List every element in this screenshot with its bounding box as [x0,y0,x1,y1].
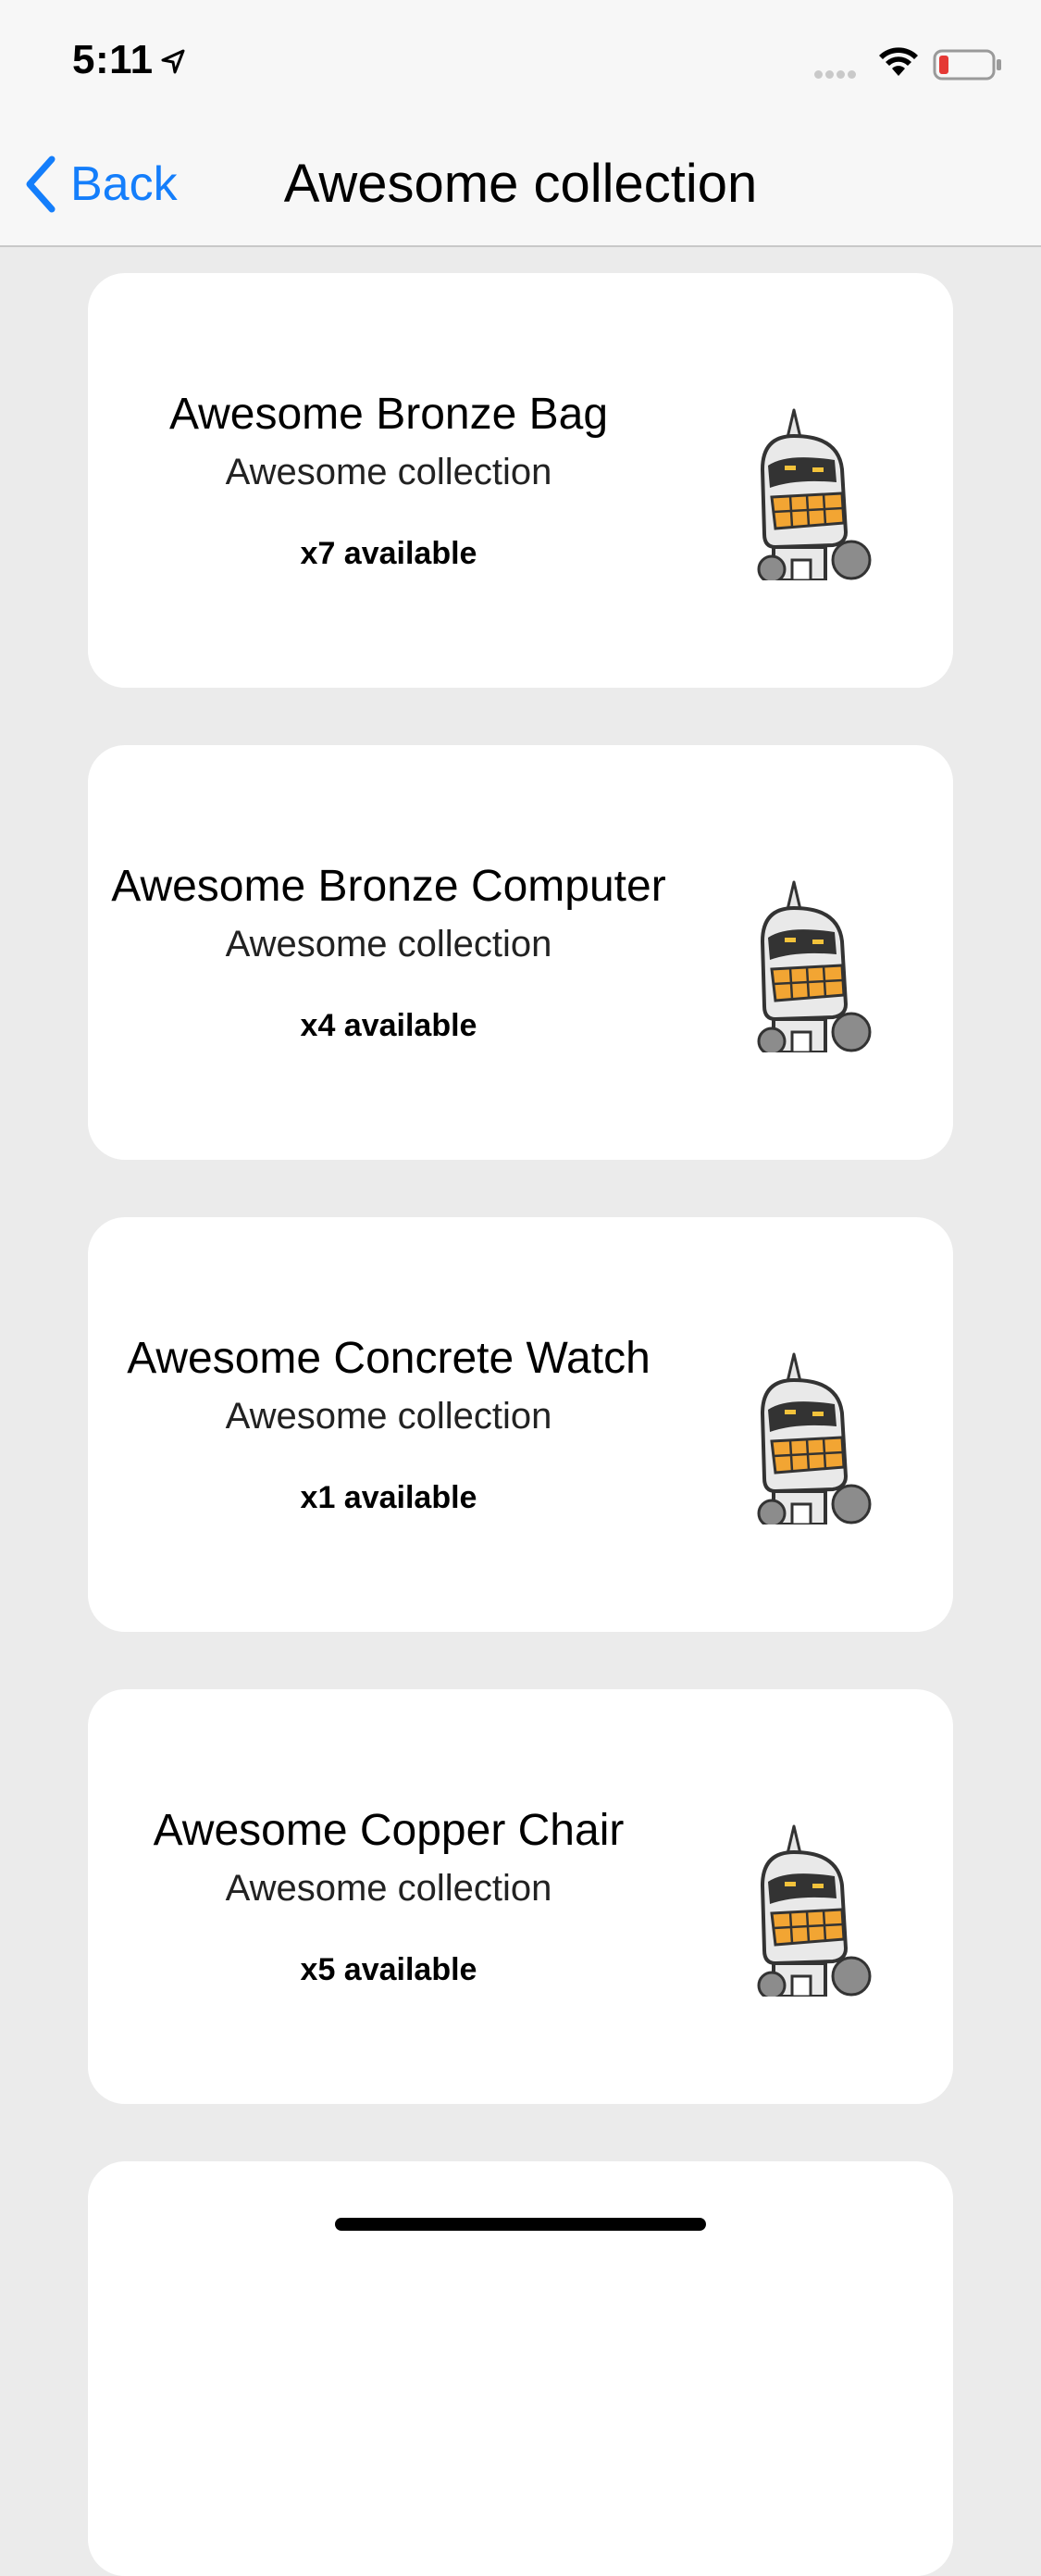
list-item[interactable]: Awesome Copper Chair Awesome collection … [88,1689,953,2104]
item-availability: x1 available [300,1480,477,1515]
signal-dots-icon [814,67,859,83]
item-availability: x4 available [300,1008,477,1043]
page-title: Awesome collection [283,154,758,214]
robot-icon [757,1824,872,1997]
status-bar: 5:11 [0,0,1041,120]
item-availability: x5 available [300,1952,477,1987]
list-item[interactable]: Awesome Concrete Watch Awesome collectio… [88,1217,953,1632]
item-collection: Awesome collection [225,452,552,492]
item-title: Awesome Bronze Computer [111,862,666,911]
item-availability: x7 available [300,536,477,571]
battery-low-icon [933,49,1001,81]
wifi-icon [879,47,918,76]
location-arrow-icon [161,49,185,74]
list-item[interactable]: Awesome Bronze Bag Awesome collection x7… [88,273,953,688]
robot-icon [757,880,872,1052]
item-collection: Awesome collection [225,1396,552,1437]
robot-icon [757,1352,872,1524]
home-indicator[interactable] [335,2218,706,2231]
item-title: Awesome Copper Chair [153,1806,625,1855]
item-collection: Awesome collection [225,1868,552,1909]
robot-icon [757,408,872,580]
status-time: 5:11 [72,37,154,82]
item-collection: Awesome collection [225,924,552,964]
list-item[interactable]: Awesome Bronze Computer Awesome collecti… [88,745,953,1160]
navigation-bar: Back Awesome collection [0,120,1041,247]
item-title: Awesome Concrete Watch [127,1334,651,1383]
item-title: Awesome Bronze Bag [168,390,609,439]
